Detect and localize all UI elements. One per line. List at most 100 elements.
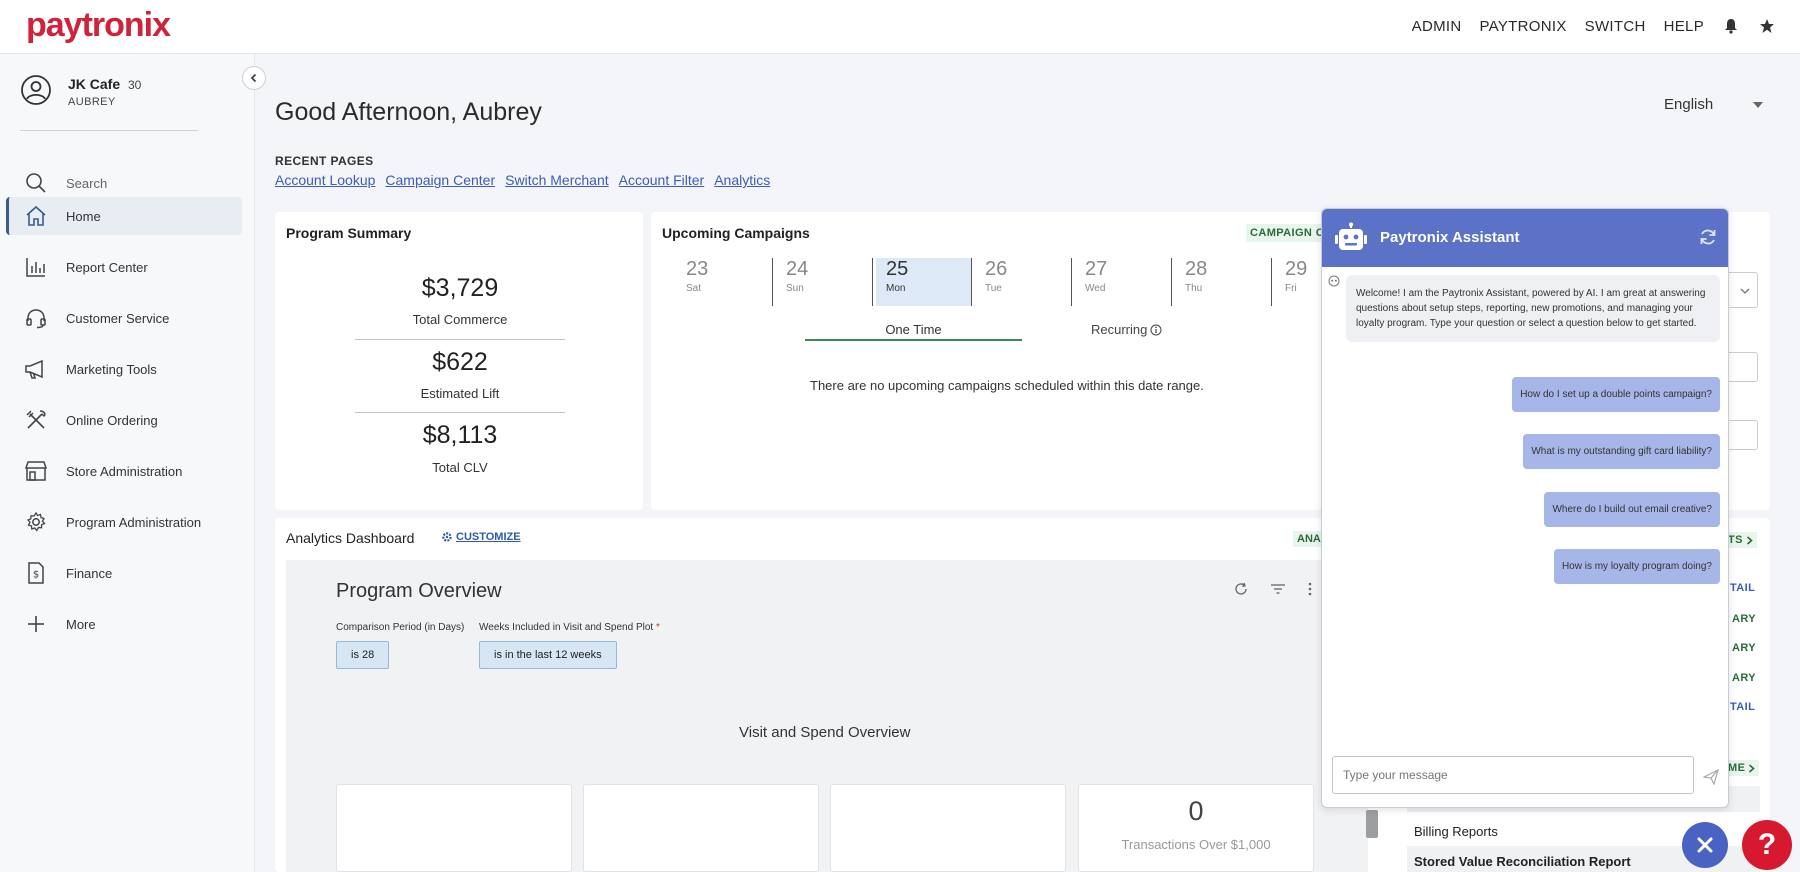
chevron-down-icon: [1740, 288, 1750, 294]
weeks-included-filter[interactable]: is in the last 12 weeks: [479, 641, 617, 669]
analytics-dashboard-title: Analytics Dashboard: [286, 530, 415, 546]
suggested-question[interactable]: How is my loyalty program doing?: [1553, 549, 1720, 584]
tab-recurring-label: Recurring: [1091, 322, 1148, 337]
summary-link[interactable]: ARY: [1732, 642, 1756, 654]
sidebar-item-store-administration[interactable]: Store Administration: [6, 452, 242, 490]
tab-one-time[interactable]: One Time: [805, 322, 1022, 337]
nav-help[interactable]: HELP: [1664, 18, 1704, 35]
language-select[interactable]: English: [1664, 96, 1713, 113]
sidebar-item-online-ordering[interactable]: Online Ordering: [6, 401, 242, 439]
help-button[interactable]: ?: [1742, 820, 1792, 870]
summary-link[interactable]: ARY: [1732, 672, 1756, 684]
day-cell-selected[interactable]: 25 Mon: [876, 258, 972, 306]
summary-link[interactable]: ARY: [1732, 613, 1756, 625]
bell-icon[interactable]: [1722, 17, 1740, 35]
detail-link[interactable]: TAIL: [1730, 701, 1755, 713]
nav-paytronix[interactable]: PAYTRONIX: [1479, 18, 1566, 35]
send-icon[interactable]: [1703, 769, 1719, 785]
transactions-over-label: Transactions Over $1,000: [1121, 837, 1271, 852]
day-cell[interactable]: 23 Sat: [676, 258, 772, 306]
divider: [1171, 258, 1172, 306]
sidebar-item-marketing-tools[interactable]: Marketing Tools: [6, 350, 242, 388]
weeks-included-label: Weeks Included in Visit and Spend Plot *: [479, 622, 660, 633]
close-chat-button[interactable]: [1682, 822, 1728, 868]
sidebar-item-home[interactable]: Home: [6, 197, 242, 235]
top-bar: paytronix ADMIN PAYTRONIX SWITCH HELP: [0, 0, 1800, 54]
sidebar-item-customer-service[interactable]: Customer Service: [6, 299, 242, 337]
nav-switch[interactable]: SWITCH: [1585, 18, 1646, 35]
chat-message-input[interactable]: Type your message: [1332, 756, 1694, 794]
day-cell[interactable]: 26 Tue: [975, 258, 1071, 306]
recent-link-account-filter[interactable]: Account Filter: [619, 172, 705, 188]
sidebar-item-label: More: [66, 616, 96, 632]
billing-reports-item[interactable]: Billing Reports: [1414, 824, 1498, 839]
account-name: JK Cafe: [68, 76, 121, 92]
sidebar-item-label: Customer Service: [66, 310, 170, 326]
day-name: Fri: [1285, 283, 1297, 294]
total-clv-label: Total CLV: [432, 460, 488, 475]
metric-tile: [583, 784, 819, 872]
day-cell[interactable]: 24 Sun: [776, 258, 872, 306]
transactions-over-value: 0: [1188, 796, 1204, 826]
divider: [772, 258, 773, 306]
day-number: 24: [786, 258, 809, 280]
scrollbar-thumb[interactable]: [1366, 810, 1378, 838]
day-cell[interactable]: 27 Wed: [1075, 258, 1171, 306]
detail-link[interactable]: TAIL: [1730, 582, 1755, 594]
collapse-sidebar-button[interactable]: [242, 66, 266, 90]
day-number: 27: [1085, 258, 1108, 280]
sidebar-item-more[interactable]: More: [6, 605, 242, 643]
comparison-period-filter[interactable]: is 28: [336, 641, 390, 669]
day-cell[interactable]: 28 Thu: [1175, 258, 1271, 306]
sidebar-item-program-administration[interactable]: Program Administration: [6, 503, 242, 541]
divider: [872, 258, 873, 306]
day-cell[interactable]: 29 Fri: [1275, 258, 1323, 306]
headset-icon: [24, 306, 48, 330]
refresh-icon[interactable]: [1234, 582, 1248, 596]
nav-admin[interactable]: ADMIN: [1412, 18, 1462, 35]
account-number: 30: [128, 78, 142, 92]
stored-value-report-item[interactable]: Stored Value Reconciliation Report: [1414, 854, 1631, 869]
sidebar-item-label: Program Administration: [66, 514, 202, 530]
divider: [1071, 258, 1072, 306]
sidebar-item-label: Marketing Tools: [66, 361, 157, 377]
tab-recurring[interactable]: Recurring: [1091, 322, 1162, 337]
sidebar-item-label: Report Center: [66, 259, 148, 275]
customize-link[interactable]: CUSTOMIZE: [442, 531, 521, 543]
recent-link-analytics[interactable]: Analytics: [714, 172, 770, 188]
recent-pages-title: RECENT PAGES: [275, 154, 374, 168]
upcoming-campaigns-card: [651, 212, 1323, 510]
refresh-icon[interactable]: [1698, 227, 1718, 247]
filter-icon[interactable]: [1270, 582, 1286, 596]
bot-avatar-icon: [1328, 275, 1340, 287]
day-name: Tue: [985, 283, 1002, 294]
info-icon[interactable]: [1150, 324, 1162, 336]
day-name: Wed: [1085, 283, 1106, 294]
sidebar-item-report-center[interactable]: Report Center: [6, 248, 242, 286]
user-circle-icon[interactable]: [20, 74, 52, 106]
recent-link-account-lookup[interactable]: Account Lookup: [275, 172, 375, 188]
campaign-center-link[interactable]: CAMPAIGN C: [1246, 224, 1329, 242]
total-commerce-value: $3,729: [421, 274, 499, 302]
required-marker: *: [655, 622, 660, 633]
greeting-title: Good Afternoon, Aubrey: [275, 98, 542, 126]
recent-link-switch-merchant[interactable]: Switch Merchant: [505, 172, 608, 188]
close-icon: [1697, 837, 1713, 853]
sidebar-item-finance[interactable]: $ Finance: [6, 554, 242, 592]
more-vertical-icon[interactable]: [1308, 582, 1312, 596]
reports-link-text: ME: [1728, 762, 1746, 774]
suggested-question[interactable]: What is my outstanding gift card liabili…: [1523, 434, 1720, 469]
day-number: 29: [1285, 258, 1308, 280]
reports-link-badge[interactable]: ME: [1724, 760, 1760, 776]
divider: [355, 339, 565, 340]
suggested-question[interactable]: How do I set up a double points campaign…: [1512, 377, 1720, 412]
panel-toolbar: [1234, 582, 1312, 596]
recent-link-campaign-center[interactable]: Campaign Center: [385, 172, 495, 188]
sidebar-item-label: Online Ordering: [66, 412, 158, 428]
suggested-question[interactable]: Where do I build out email creative?: [1544, 492, 1720, 527]
gear-icon: [442, 532, 452, 542]
paytronix-logo[interactable]: paytronix: [26, 6, 171, 45]
chevron-down-icon[interactable]: [1753, 102, 1763, 108]
weeks-included-text: Weeks Included in Visit and Spend Plot: [479, 622, 654, 633]
star-icon[interactable]: [1758, 17, 1776, 35]
